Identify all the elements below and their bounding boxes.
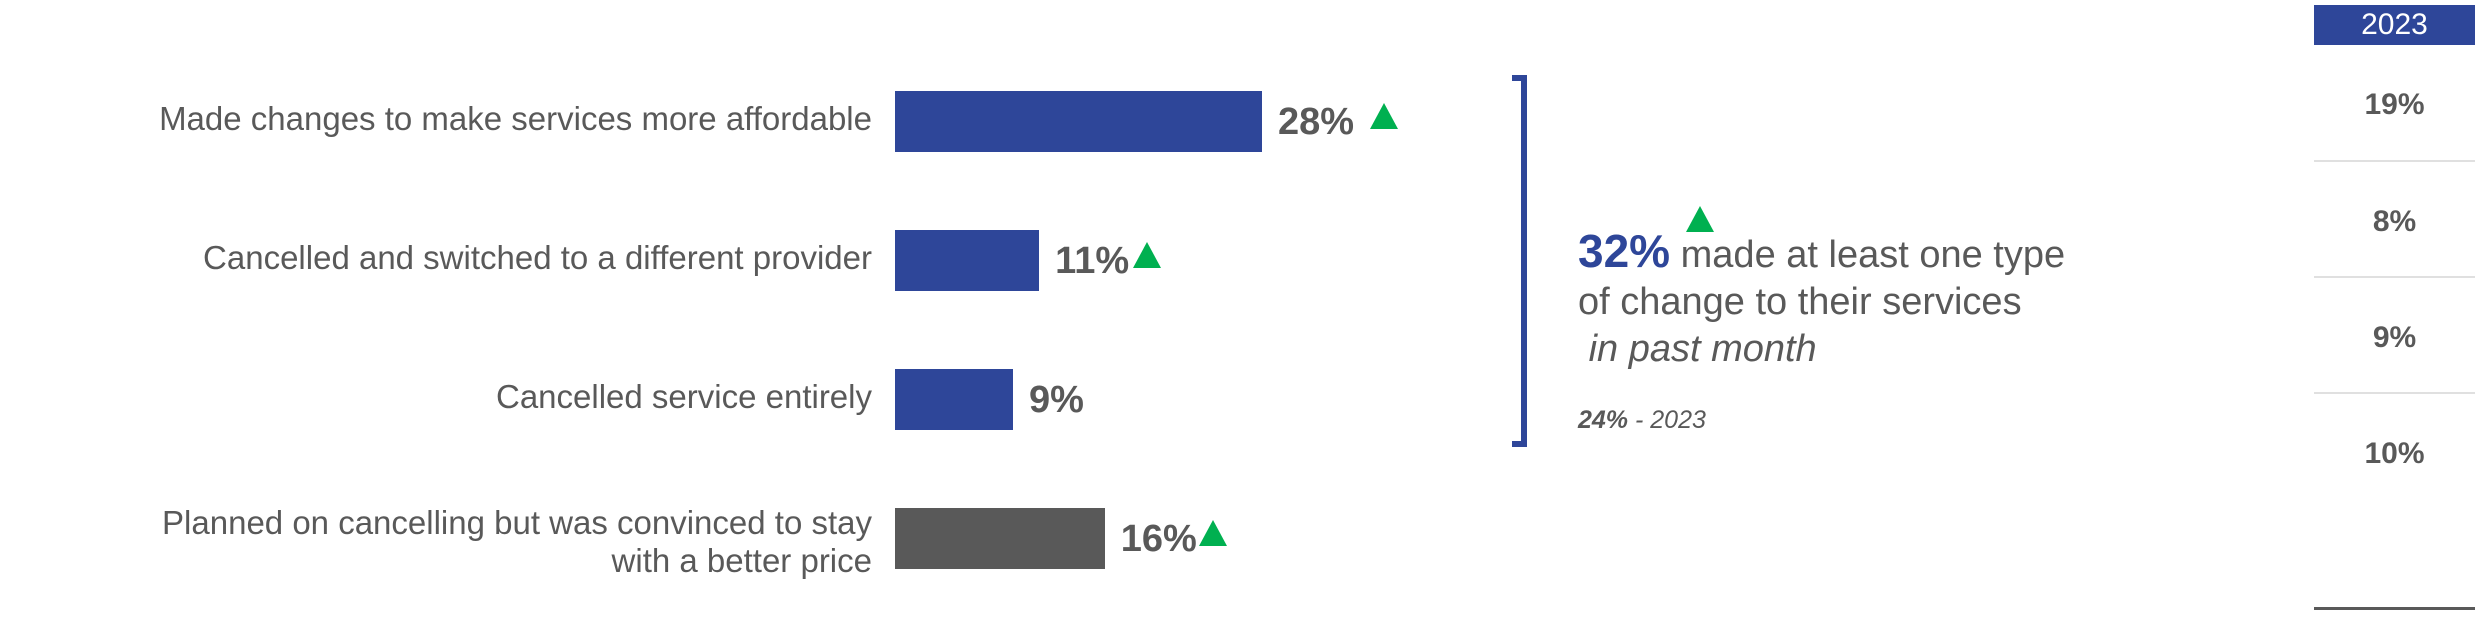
bar	[895, 508, 1105, 569]
comparison-column-header: 2023	[2314, 5, 2475, 45]
bar	[895, 230, 1040, 291]
increase-triangle-icon	[1198, 520, 1227, 546]
summary-text: 32% made at least one type of change to …	[1578, 206, 2066, 373]
comparison-value: 9%	[2372, 321, 2417, 354]
category-label: Made changes to make services more affor…	[159, 100, 872, 137]
increase-triangle-icon	[1370, 103, 1398, 129]
summary-line1: made at least one type	[1680, 234, 2066, 276]
bar	[895, 369, 1013, 430]
comparison-row-divider	[2314, 160, 2475, 162]
previous-value: 24%	[1578, 406, 1629, 434]
comparison-value: 19%	[2364, 88, 2425, 121]
comparison-value: 10%	[2364, 437, 2425, 470]
category-label: Cancelled service entirely	[495, 378, 872, 415]
increase-triangle-icon	[1686, 206, 1714, 232]
category-label: Cancelled and switched to a different pr…	[203, 239, 872, 276]
comparison-column-bottom-rule	[2314, 607, 2475, 610]
value-label: 16%	[1120, 518, 1197, 560]
previous-suffix: - 2023	[1635, 406, 1706, 434]
comparison-row-divider	[2314, 276, 2475, 278]
summary-line2: of change to their services	[1578, 281, 2022, 323]
increase-triangle-icon	[1133, 242, 1162, 268]
value-label: 11%	[1055, 240, 1130, 282]
summary-line3: in past month	[1588, 328, 1817, 370]
bracket	[1521, 75, 1527, 447]
value-label: 9%	[1028, 379, 1084, 421]
category-label: Planned on cancelling but was convinced …	[162, 504, 872, 579]
comparison-value: 8%	[2372, 205, 2417, 238]
summary-value: 32%	[1578, 225, 1671, 277]
bar	[895, 91, 1262, 152]
value-label: 28%	[1278, 101, 1355, 143]
bracket-bottom	[1512, 441, 1527, 447]
comparison-row-divider	[2314, 392, 2475, 394]
previous-year-note: 24% - 2023	[1578, 406, 1706, 435]
